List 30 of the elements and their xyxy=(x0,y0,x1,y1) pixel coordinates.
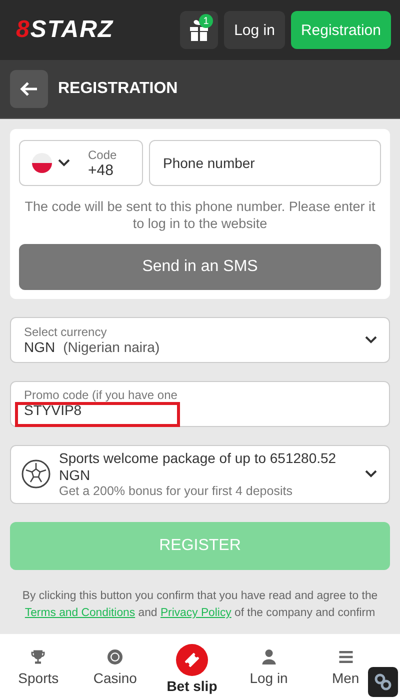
nav-item[interactable]: Casino xyxy=(80,648,150,686)
chevron-icon xyxy=(58,159,70,167)
send-sms-button[interactable]: Send in an SMS xyxy=(19,244,381,290)
chevron-icon xyxy=(365,336,377,344)
country-code-select[interactable]: Code +48 xyxy=(19,140,143,186)
logo[interactable]: 8STARZ xyxy=(16,16,114,44)
back-arrow-icon xyxy=(20,82,38,96)
menu-icon xyxy=(336,648,355,666)
nav-item[interactable]: Bet slip xyxy=(156,644,227,694)
notification-badge: 1 xyxy=(199,14,214,28)
soccer-ball-icon xyxy=(21,459,51,489)
login-button[interactable]: Log in xyxy=(224,11,285,49)
nav-item[interactable]: Sports xyxy=(3,648,74,686)
person-icon xyxy=(260,648,278,666)
bonus-select[interactable]: Sports welcome package of up to 651280.52 NGN Get a 200% bonus for your first 4 deposits xyxy=(10,445,390,504)
link-icon xyxy=(373,672,393,692)
link-button[interactable] xyxy=(368,667,398,697)
chip-icon xyxy=(106,648,124,666)
currency-select[interactable]: Select currency NGN (Nigerian naira) xyxy=(10,317,390,363)
hint-text: The code will be sent to this phone number. Please enter it to log in to the website xyxy=(24,198,376,232)
promo-code-field[interactable]: Promo code (if you have one STYVIP8 xyxy=(10,381,390,427)
back-button[interactable] xyxy=(10,70,48,108)
trophy-icon xyxy=(29,648,48,666)
flag-icon xyxy=(32,153,52,173)
chevron-icon xyxy=(365,470,377,478)
page-title: REGISTRATION xyxy=(58,80,178,98)
ticket-icon xyxy=(176,644,208,676)
terms-text: By clicking this button you confirm that you have read and agree to the Terms and Conditions and Privacy Policy of the company and confirm xyxy=(21,589,379,621)
nav-item[interactable]: Log in xyxy=(234,648,304,686)
phone-number-field[interactable]: Phone number xyxy=(149,140,381,186)
